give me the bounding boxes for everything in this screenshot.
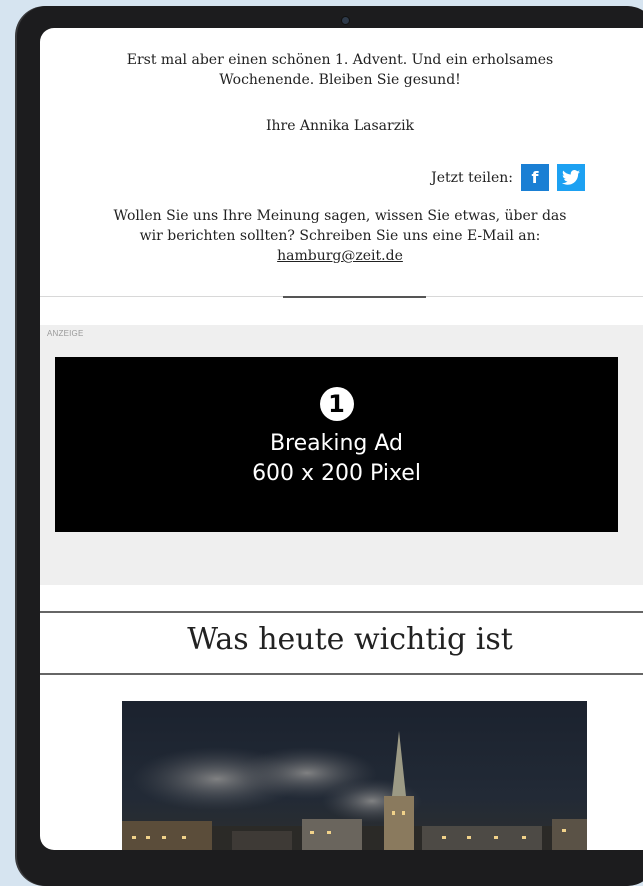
- camera-icon: [341, 16, 350, 25]
- ad-number-badge: 1: [319, 387, 354, 421]
- twitter-bird-icon: [562, 170, 580, 185]
- divider-accent: [283, 296, 426, 298]
- ad-title: Breaking Ad: [269, 431, 404, 456]
- signature-text: Ihre Annika Lasarzik: [265, 118, 415, 134]
- share-row: Jetzt teilen: f: [431, 164, 585, 191]
- feedback-text: Wollen Sie uns Ihre Meinung sagen, wisse…: [100, 206, 580, 266]
- tablet-screen: Erst mal aber einen schönen 1. Advent. U…: [40, 28, 643, 850]
- section-headline: Was heute wichtig ist: [187, 622, 513, 657]
- ad-banner[interactable]: 1 Breaking Ad 600 x 200 Pixel: [55, 357, 618, 532]
- ad-section: ANZEIGE 1 Breaking Ad 600 x 200 Pixel: [40, 325, 643, 585]
- ad-label: ANZEIGE: [47, 329, 84, 338]
- tablet-frame: Erst mal aber einen schönen 1. Advent. U…: [17, 6, 643, 886]
- greeting-text: Erst mal aber einen schönen 1. Advent. U…: [126, 52, 554, 88]
- twitter-share-button[interactable]: [557, 164, 585, 191]
- headline-rule-bottom: [40, 673, 643, 675]
- feedback-email-link[interactable]: hamburg@zeit.de: [277, 248, 403, 264]
- feedback-paragraph: Wollen Sie uns Ihre Meinung sagen, wisse…: [113, 208, 567, 244]
- facebook-share-button[interactable]: f: [521, 164, 549, 191]
- headline-rule-top: [40, 611, 643, 613]
- share-label: Jetzt teilen:: [431, 169, 513, 186]
- facebook-icon: f: [531, 168, 539, 187]
- city-photo[interactable]: [122, 701, 587, 850]
- ad-size: 600 x 200 Pixel: [252, 461, 421, 486]
- hamburg-skyline-image: [122, 731, 587, 850]
